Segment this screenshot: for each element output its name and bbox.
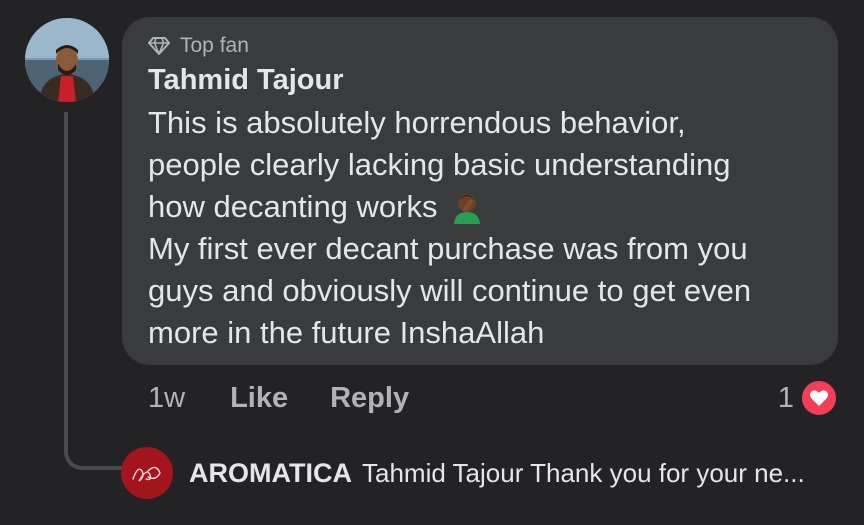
reaction-count: 1 (777, 381, 794, 414)
badge-label: Top fan (180, 34, 249, 57)
thread-connector-line (64, 112, 122, 470)
comment-line: guys and obviously will continue to get … (148, 273, 752, 308)
comment-bubble: Top fan Tahmid Tajour This is absolutely… (122, 17, 838, 365)
reply-preview-text: Tahmid Tajour Thank you for your ne... (361, 457, 805, 488)
comment-line: people clearly lacking basic understandi… (148, 147, 731, 182)
comment-line: how decanting works (148, 186, 812, 228)
reply-button[interactable]: Reply (330, 382, 409, 415)
heart-reaction-icon (800, 379, 838, 417)
person-facepalming-icon (450, 190, 484, 224)
comment-line-text: how decanting works (148, 189, 438, 224)
reaction-summary[interactable]: 1 (778, 378, 838, 418)
aromatica-avatar[interactable] (121, 447, 173, 499)
comment-actions: 1w Like Reply (148, 378, 451, 418)
comment-line: My first ever decant purchase was from y… (148, 231, 748, 266)
aromatica-logo-icon (132, 466, 161, 482)
comment-line: This is absolutely horrendous behavior, (148, 105, 686, 140)
reply-author[interactable]: AROMATICA (189, 458, 352, 489)
reply-preview[interactable]: AROMATICA Tahmid Tajour Thank you for yo… (189, 453, 805, 493)
comment-line: more in the future InshaAllah (148, 315, 545, 350)
comment-author[interactable]: Tahmid Tajour (148, 63, 812, 97)
top-fan-badge: Top fan (148, 31, 812, 61)
like-button[interactable]: Like (230, 382, 288, 415)
comment-body: This is absolutely horrendous behavior, … (148, 102, 812, 354)
commenter-avatar[interactable] (25, 18, 109, 102)
comment-timestamp[interactable]: 1w (148, 382, 185, 415)
diamond-icon (148, 37, 170, 55)
